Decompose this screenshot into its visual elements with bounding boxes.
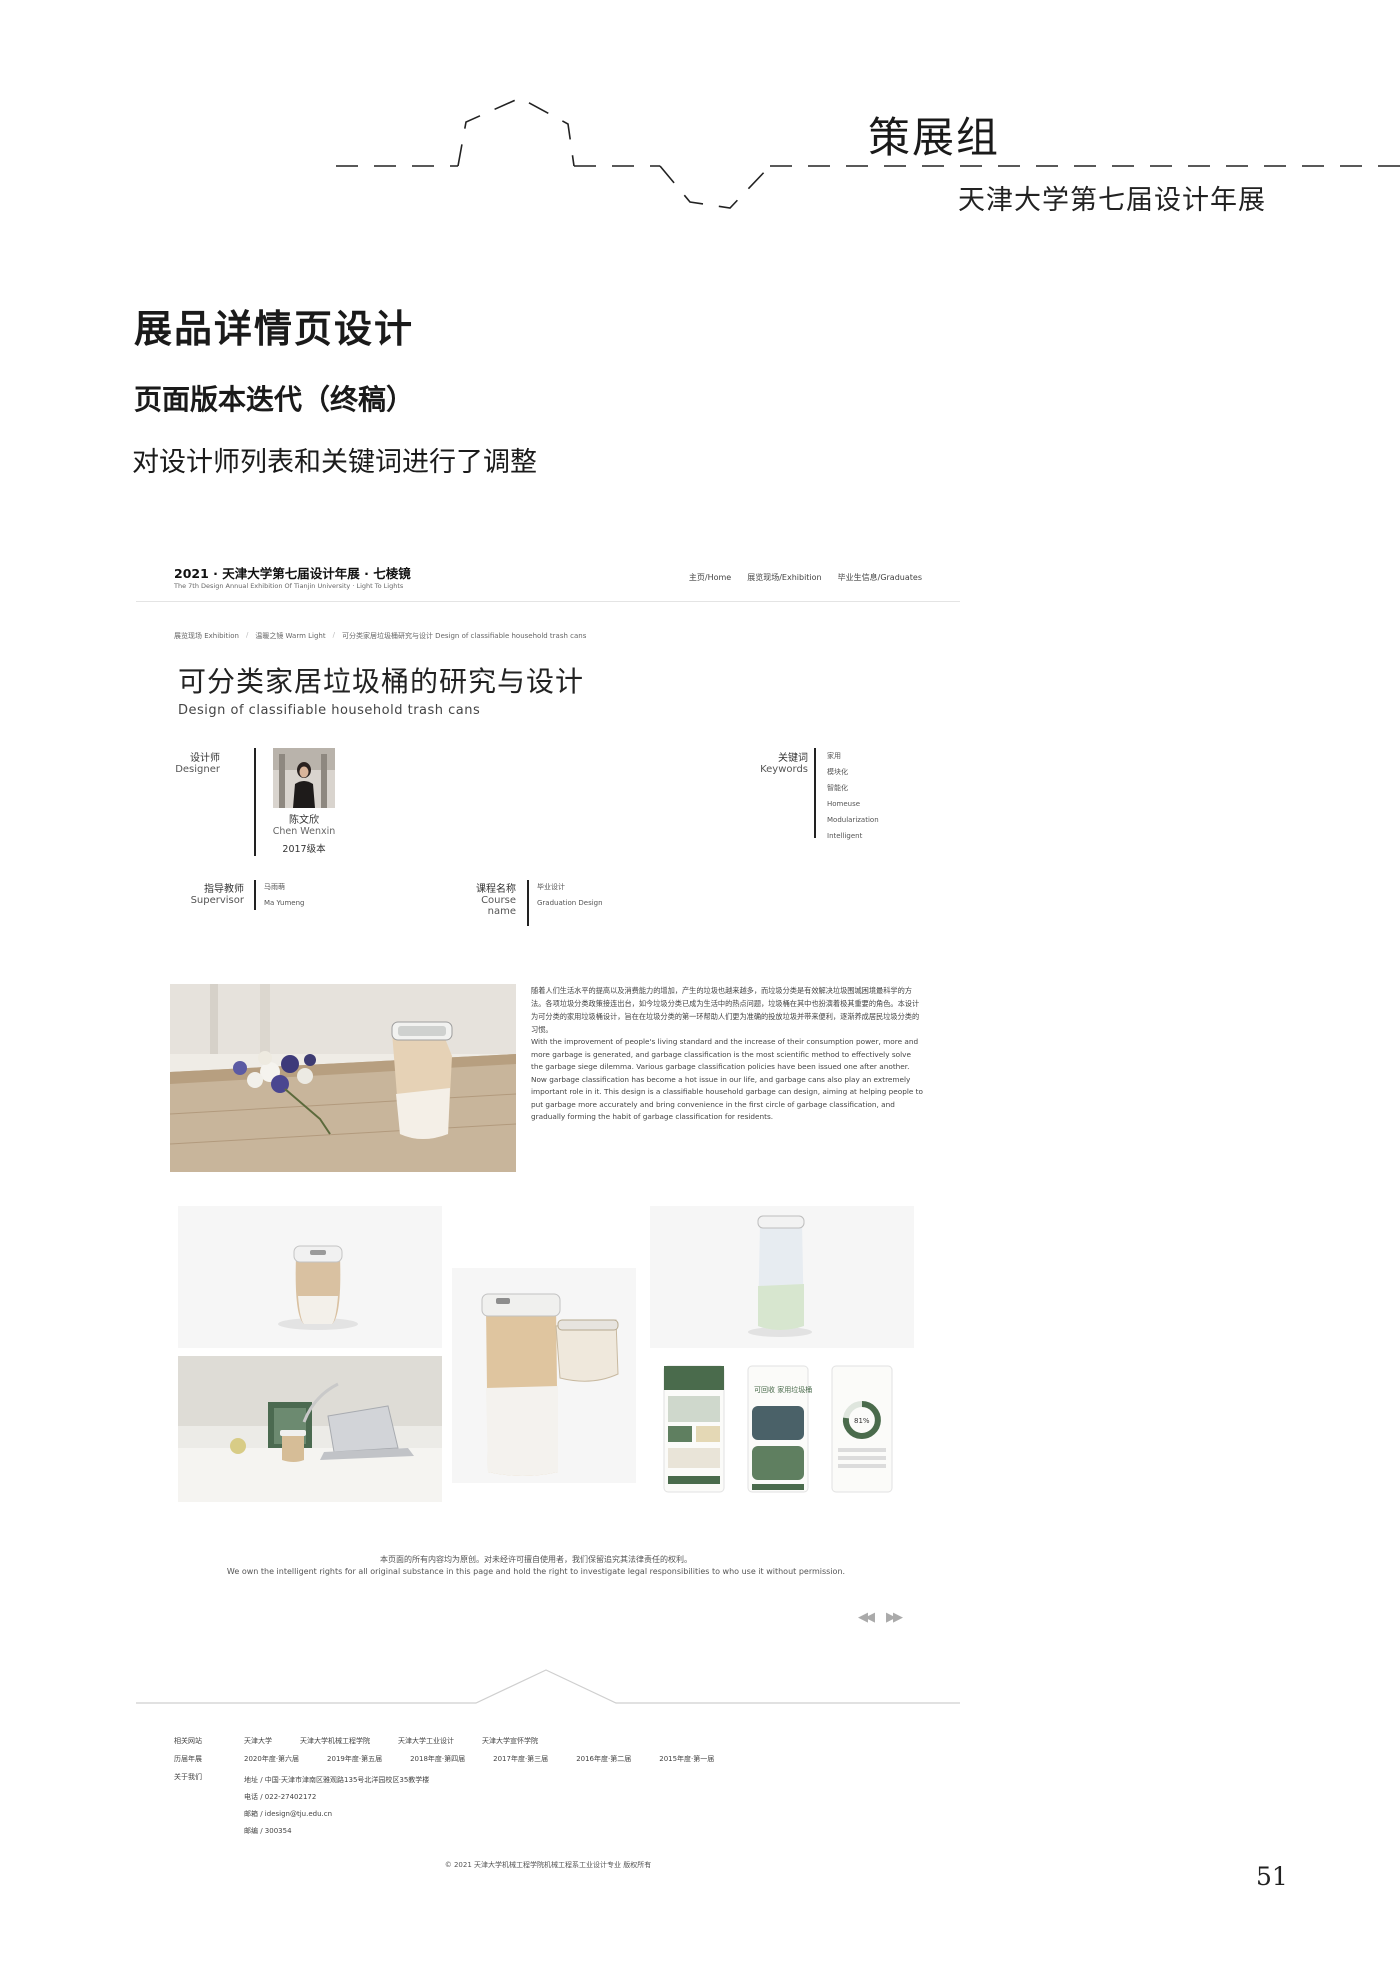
course-label-cn: 课程名称 [476,884,516,895]
footer-link[interactable]: 天津大学工业设计 [398,1736,454,1746]
footer-link[interactable]: 2020年度·第六届 [244,1754,299,1764]
exhibit-detail-page-mockup: 2021 · 天津大学第七届设计年展 · 七棱镜 The 7th Design … [136,548,960,1888]
exhibit-description-cn: 随着人们生活水平的提高以及消费能力的增加，产生的垃圾也越来越多，而垃圾分类是有效… [531,986,920,1034]
designer-label-cn: 设计师 [190,753,220,764]
designer-year: 2017级本 [282,844,326,855]
breadcrumb-item-current: 可分类家居垃圾桶研究与设计 Design of classifiable hou… [341,632,587,640]
footer-history-links: 2020年度·第六届 2019年度·第五届 2018年度·第四届 2017年度·… [244,1754,742,1764]
footer-related-links: 天津大学 天津大学机械工程学院 天津大学工业设计 天津大学宣怀学院 [244,1736,566,1746]
keyword-item: 智能化 [827,784,848,792]
course-label: 课程名称 Course name [436,880,516,917]
footer-link[interactable]: 2016年度·第二届 [576,1754,631,1764]
exhibit-title: 可分类家居垃圾桶的研究与设计 [178,665,585,698]
designer-divider [254,748,256,856]
footer-link[interactable]: 2018年度·第四届 [410,1754,465,1764]
product-render-1[interactable] [178,1206,442,1348]
supervisor-name-cn: 马雨萌 [264,883,285,891]
breadcrumb-item-exhibition[interactable]: 展览现场 Exhibition [174,631,239,641]
supervisor-name-en: Ma Yumeng [264,899,305,907]
prev-page-button[interactable]: ◀◀ [858,1610,875,1625]
designer-name-en: Chen Wenxin [272,826,336,837]
nav-graduates[interactable]: 毕业生信息/Graduates [838,572,922,583]
designer-name-cn: 陈文欣 [289,815,319,826]
keyword-item: Homeuse [827,800,861,808]
supervisor-value: 马雨萌 Ma Yumeng [264,879,304,911]
designer-label-en: Designer [175,764,220,775]
footer-link[interactable]: 天津大学宣怀学院 [482,1736,538,1746]
footer-about-label: 关于我们 [174,1773,202,1781]
site-logo-title[interactable]: 2021 · 天津大学第七届设计年展 · 七棱镜 [174,563,411,582]
footer-postcode: 邮编 / 300354 [244,1827,292,1835]
footer-phone: 电话 / 022-27402172 [244,1793,317,1801]
footer-divider [136,1669,960,1704]
footer-link[interactable]: 天津大学机械工程学院 [300,1736,370,1746]
supervisor-label-cn: 指导教师 [204,884,244,895]
course-divider [527,880,529,926]
footer-link[interactable]: 2015年度·第一届 [659,1754,714,1764]
hero-product-photo[interactable] [170,984,516,1172]
footer-link[interactable]: 天津大学 [244,1736,272,1746]
course-name-cn: 毕业设计 [537,883,565,891]
product-scene-photo[interactable] [178,1356,442,1502]
site-logo-subtitle: The 7th Design Annual Exhibition Of Tian… [174,582,404,590]
footer-copyright: © 2021 天津大学机械工程学院机械工程系工业设计专业 版权所有 [444,1861,652,1869]
footer-link[interactable]: 2017年度·第三届 [493,1754,548,1764]
section-title: 展品详情页设计 [134,306,415,351]
product-render-2[interactable] [452,1268,636,1483]
nav-home[interactable]: 主页/Home [689,572,731,583]
keywords-label-en: Keywords [760,764,808,775]
app-screen-2-title: 可回收 家用垃圾桶 [754,1385,812,1394]
copyright-cn: 本页面的所有内容均为原创。对未经许可擅自使用者，我们保留追究其法律责任的权利。 [380,1555,692,1564]
app-screen-3: 81% [831,1365,893,1493]
keywords-list: 家用 模块化 智能化 Homeuse Modularization Intell… [827,748,879,844]
product-render-3[interactable] [650,1206,914,1348]
section-subtitle: 页面版本迭代（终稿） [134,383,415,416]
breadcrumb: 展览现场 Exhibition / 温暖之镜 Warm Light / 可分类家居垃… [174,631,587,641]
course-name-en: Graduation Design [537,899,603,907]
keywords-divider [814,748,816,838]
exhibit-title-en: Design of classifiable household trash c… [178,703,481,718]
footer-link[interactable]: 2019年度·第五届 [327,1754,382,1764]
pager: ◀◀ ▶▶ [858,1610,903,1625]
group-subtitle: 天津大学第七届设计年展 [958,185,1266,216]
supervisor-divider [254,880,256,910]
copyright-notice: 本页面的所有内容均为原创。对未经许可擅自使用者，我们保留追究其法律责任的权利。 … [186,1554,886,1578]
app-screens-preview[interactable]: 可回收 家用垃圾桶 81% [650,1356,914,1502]
footer-email[interactable]: 邮箱 / idesign@tju.edu.cn [244,1806,429,1823]
section-description: 对设计师列表和关键词进行了调整 [132,447,537,478]
footer-related-label: 相关网站 [174,1737,202,1745]
footer-address: 地址 / 中国·天津市津南区雅观路135号北洋园校区35教学楼 [244,1776,430,1784]
keyword-item: Intelligent [827,832,863,840]
supervisor-label-en: Supervisor [190,895,244,906]
nav-exhibition[interactable]: 展览现场/Exhibition [747,572,821,583]
course-label-en-line2: name [487,906,516,917]
keyword-item: 模块化 [827,768,848,776]
app-screen-1 [663,1365,725,1493]
exhibit-description-en: With the improvement of people's living … [531,1037,923,1121]
keywords-label: 关键词 Keywords [746,749,808,775]
footer-history-label: 历届年展 [174,1755,202,1763]
keyword-item: 家用 [827,752,841,760]
group-title: 策展组 [868,113,1001,162]
designer-label: 设计师 Designer [160,749,220,775]
app-screen-3-percent: 81% [854,1417,870,1425]
keywords-label-cn: 关键词 [778,753,808,764]
next-page-button[interactable]: ▶▶ [886,1610,903,1625]
supervisor-label: 指导教师 Supervisor [136,880,244,906]
breadcrumb-item-warm-light[interactable]: 温暖之镜 Warm Light [255,631,325,641]
keyword-item: Modularization [827,816,879,824]
course-value: 毕业设计 Graduation Design [537,879,603,911]
site-nav: 主页/Home 展览现场/Exhibition 毕业生信息/Graduates [689,572,922,583]
app-screen-2: 可回收 家用垃圾桶 [747,1365,812,1493]
footer-contact: 地址 / 中国·天津市津南区雅观路135号北洋园校区35教学楼 电话 / 022… [244,1772,429,1840]
page-number: 51 [1256,1862,1288,1891]
header-divider [136,601,960,602]
course-label-en-line1: Course [481,895,516,906]
designer-avatar[interactable] [273,748,335,808]
copyright-en: We own the intelligent rights for all or… [226,1567,846,1576]
